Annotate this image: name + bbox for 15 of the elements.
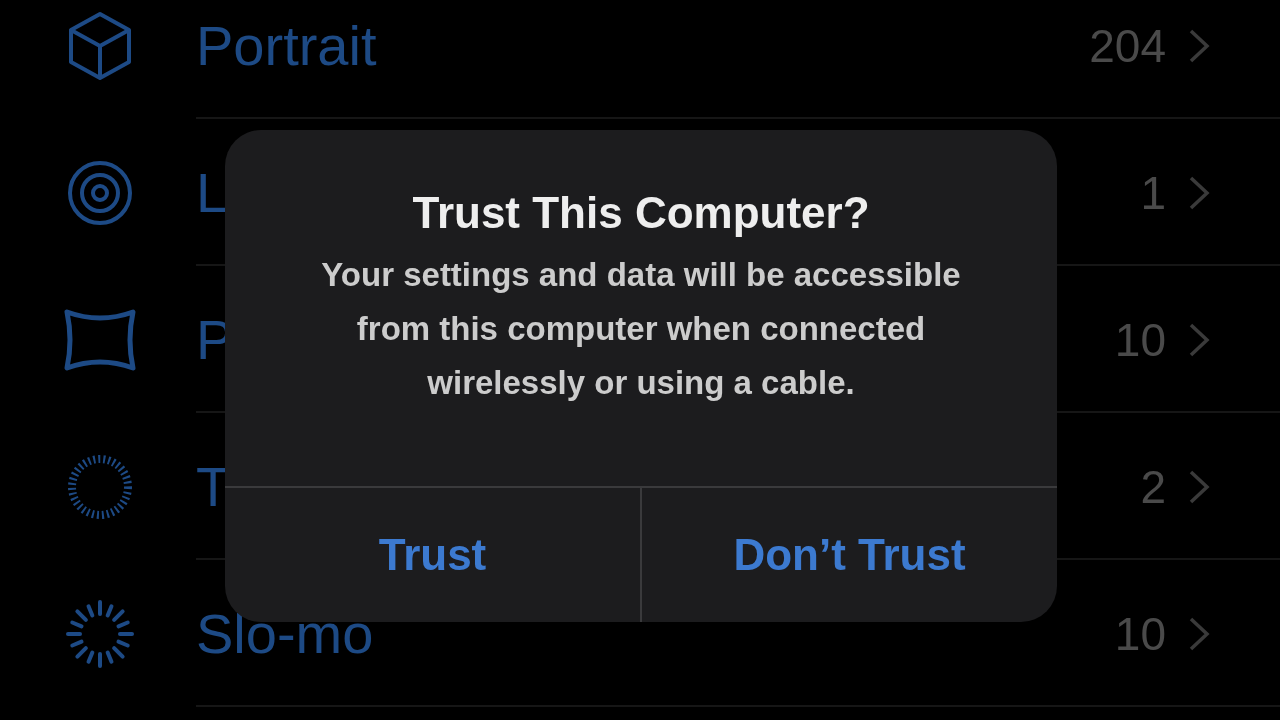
album-count: 1: [1140, 165, 1166, 220]
album-label[interactable]: Portrait: [196, 13, 1090, 78]
alert-title: Trust This Computer?: [412, 188, 870, 238]
chevron-icon: [1188, 615, 1210, 652]
album-icon: [64, 597, 136, 670]
alert-button[interactable]: Don’t Trust: [640, 488, 1057, 622]
chevron-icon: [1188, 468, 1210, 505]
chevron-icon: [1188, 321, 1210, 358]
album-count: 2: [1140, 459, 1166, 514]
album-count: 10: [1114, 312, 1166, 367]
album-count: 10: [1114, 606, 1166, 661]
alert-message: Your settings and data will be accessible from this computer when connected wirelessly or using a cable.: [320, 255, 962, 403]
chevron-icon: [1188, 27, 1210, 64]
album-count: 204: [1089, 18, 1166, 73]
chevron-icon: [1188, 174, 1210, 211]
